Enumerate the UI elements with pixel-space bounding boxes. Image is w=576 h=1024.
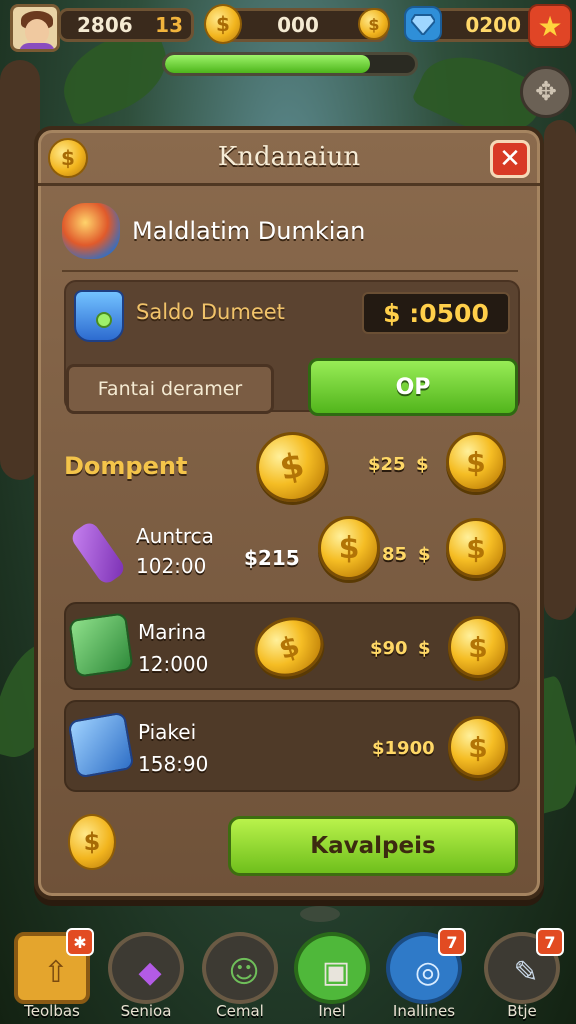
crate-icon: ▣ [294, 932, 370, 1004]
experience-bar [162, 52, 418, 76]
player-avatar[interactable] [10, 4, 60, 52]
reward-row[interactable]: $ $25 $ $ [64, 425, 520, 509]
star-icon[interactable]: ★ [528, 4, 572, 48]
gold-coin-icon: $ [249, 425, 335, 509]
nav-label: Teolbas [24, 1002, 80, 1020]
dialog-title: Kndanaiun [217, 141, 361, 172]
buy-coin-button[interactable]: $ [448, 716, 508, 778]
pencil-glyph: ✎ [513, 954, 539, 990]
reward-row[interactable]: Auntrca 102:00 $215 $ 85 $ $ [64, 510, 520, 594]
reward-price: 85 [382, 544, 408, 565]
player-level: 13 [155, 13, 183, 37]
balance-label: Saldo Dumeet [136, 300, 285, 324]
blue-gem-icon [404, 6, 442, 42]
avatar-face [25, 19, 49, 45]
amount-field[interactable]: Fantai deramer [66, 364, 274, 414]
goblin-icon: ☺ [202, 932, 278, 1004]
compass-icon[interactable]: ✥ [520, 66, 572, 118]
box-glyph: ▣ [321, 954, 351, 990]
green-card-icon [68, 612, 134, 678]
balance-value: $ :0500 [362, 292, 510, 334]
nav-item-inventory[interactable]: ▣ Inel [290, 928, 374, 1024]
gem-glyph: ◆ [138, 954, 162, 990]
bottom-nav: ⇧ ✱ Teolbas ◆ Senioa ☺ Cemal ▣ Inel ◎ 7 … [0, 928, 576, 1024]
player-score-pill: 2806 13 [58, 8, 194, 42]
shop-dialog: $ Kndanaiun ✕ Maldlatim Dumkian Saldo Du… [34, 126, 544, 900]
reward-row[interactable]: Piakei 158:90 $1900 $ [64, 700, 520, 792]
reward-name: Piakei [138, 720, 197, 744]
reward-amount: $215 [244, 546, 300, 570]
up-arrow-icon: ⇧ [43, 954, 69, 990]
coin-add-icon[interactable]: $ [358, 8, 390, 40]
nav-item-home[interactable]: ⇧ ✱ Teolbas [10, 928, 94, 1024]
nav-item-character[interactable]: ☺ Cemal [198, 928, 282, 1024]
reward-price: $1900 [372, 738, 435, 759]
reward-time: 102:00 [136, 554, 207, 578]
close-button[interactable]: ✕ [490, 140, 530, 178]
nav-label: Inallines [392, 1002, 456, 1020]
pouch-icon [62, 203, 120, 259]
buy-coin-button[interactable]: $ [446, 518, 506, 578]
coin-icon: $ [68, 814, 116, 870]
price-coin-icon: $ [418, 544, 431, 565]
nav-item-quests[interactable]: ◎ 7 Inallines [382, 928, 466, 1024]
price-coin-icon: $ [418, 638, 431, 659]
price-coin-icon: $ [416, 454, 429, 475]
blue-ticket-icon [67, 711, 135, 779]
balance-box: Saldo Dumeet $ :0500 Fantai deramer OP [64, 280, 520, 416]
background-tree-trunk [544, 120, 576, 620]
nav-label: Btje [507, 1002, 537, 1020]
nav-label: Senioa [120, 1002, 172, 1020]
dialog-header: $ Kndanaiun ✕ [38, 130, 540, 186]
experience-bar-fill [165, 55, 370, 73]
gold-coin-icon: $ [318, 516, 380, 580]
tube-icon [68, 519, 128, 587]
dial-glyph: ◎ [414, 954, 442, 990]
coin-icon: $ [204, 4, 242, 44]
top-hud: 2806 13 000 $ $ 0200 ★ ✥ [0, 0, 576, 118]
nav-label: Inel [318, 1002, 346, 1020]
bucket-icon [74, 290, 124, 342]
notification-badge: 7 [438, 928, 466, 956]
buy-coin-button[interactable]: $ [448, 616, 508, 678]
nav-item-build[interactable]: ✎ 7 Btje [480, 928, 564, 1024]
dialog-subtitle-row: Maldlatim Dumkian [62, 192, 518, 272]
nav-item-gems[interactable]: ◆ Senioa [104, 928, 188, 1024]
dialog-subtitle: Maldlatim Dumkian [132, 217, 366, 245]
coin-icon: $ [48, 138, 88, 178]
gold-coin-icon: $ [246, 608, 332, 686]
player-score: 2806 [77, 13, 133, 37]
reward-time: 12:000 [138, 652, 209, 676]
avatar-shirt [19, 43, 55, 49]
reward-time: 158:90 [138, 752, 209, 776]
confirm-purchase-button[interactable]: Kavalpeis [228, 816, 518, 876]
coin-count: 000 [277, 13, 319, 37]
reward-price: $90 [370, 638, 408, 659]
reward-name: Marina [138, 620, 207, 644]
reward-name: Auntrca [136, 524, 214, 548]
notification-badge: ✱ [66, 928, 94, 956]
goblin-face-icon: ☺ [228, 954, 260, 990]
reward-price: $25 [368, 454, 406, 475]
purple-gem-icon: ◆ [108, 932, 184, 1004]
gem-count: 0200 [465, 13, 521, 37]
nav-label: Cemal [216, 1002, 264, 1020]
background-rock [300, 906, 340, 922]
buy-coin-button[interactable]: $ [446, 432, 506, 492]
reward-row[interactable]: Marina 12:000 $ $90 $ $ [64, 602, 520, 690]
notification-badge: 7 [536, 928, 564, 956]
ok-button[interactable]: OP [308, 358, 518, 416]
